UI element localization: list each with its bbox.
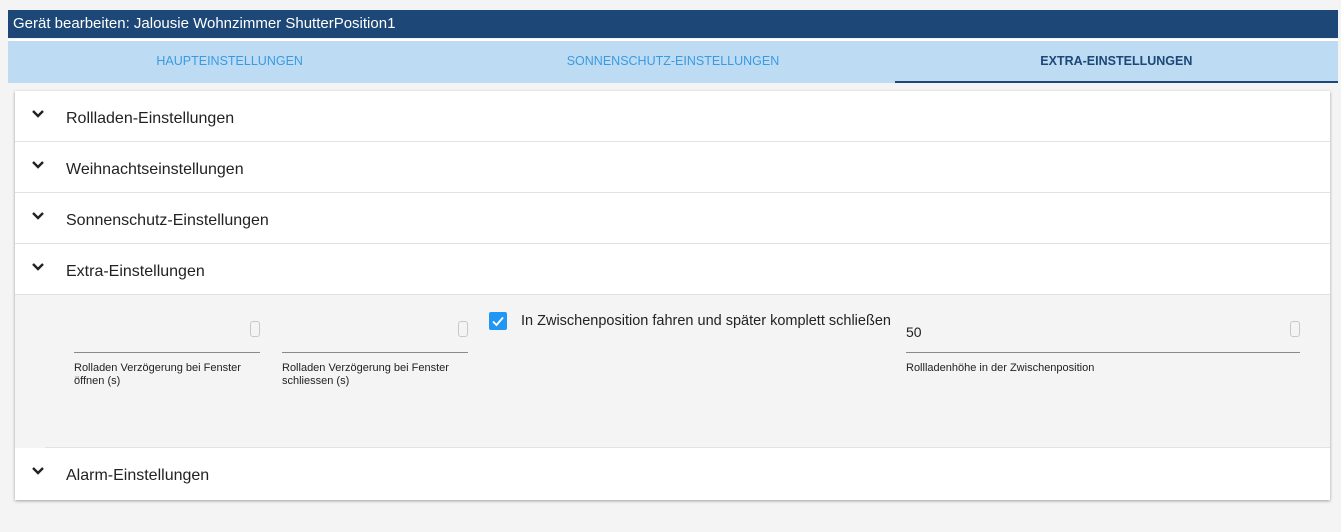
section-weihnachten-header[interactable]: Weihnachtseinstellungen xyxy=(15,142,1330,193)
intermediate-height-input[interactable]: 50 xyxy=(906,324,922,340)
delay-close-field: Rolladen Verzögerung bei Fenster schlies… xyxy=(282,295,468,405)
section-sonnenschutz-label: Sonnenschutz-Einstellungen xyxy=(66,212,269,229)
section-extra-label: Extra-Einstellungen xyxy=(66,263,205,280)
delay-open-label: Rolladen Verzögerung bei Fenster öffnen … xyxy=(74,362,241,387)
section-sonnenschutz-header[interactable]: Sonnenschutz-Einstellungen xyxy=(15,193,1330,244)
checkmark-icon xyxy=(492,316,504,327)
input-underline xyxy=(906,352,1300,353)
delay-close-label: Rolladen Verzögerung bei Fenster schlies… xyxy=(282,362,449,387)
spinner-icon[interactable] xyxy=(250,321,260,337)
section-weihnachten-label: Weihnachtseinstellungen xyxy=(66,161,244,178)
delay-open-field: Rolladen Verzögerung bei Fenster öffnen … xyxy=(74,295,260,405)
settings-panel: Rollladen-Einstellungen Weihnachtseinste… xyxy=(15,91,1330,500)
tab-extra-einstellungen[interactable]: EXTRA-EINSTELLUNGEN xyxy=(894,41,1338,83)
tab-bar: HAUPTEINSTELLUNGEN SONNENSCHUTZ-EINSTELL… xyxy=(8,39,1338,83)
section-alarm-label: Alarm-Einstellungen xyxy=(66,467,210,484)
section-alarm-header[interactable]: Alarm-Einstellungen xyxy=(15,448,1330,498)
section-extra-header[interactable]: Extra-Einstellungen xyxy=(15,244,1330,295)
input-underline xyxy=(282,352,468,353)
section-rollladen-header[interactable]: Rollladen-Einstellungen xyxy=(15,91,1330,142)
section-rollladen-label: Rollladen-Einstellungen xyxy=(66,110,235,127)
chevron-down-icon xyxy=(32,467,44,475)
spinner-icon[interactable] xyxy=(458,321,468,337)
intermediate-height-field: 50 Rollladenhöhe in der Zwischenposition xyxy=(906,295,1300,405)
tab-haupteinstellungen[interactable]: HAUPTEINSTELLUNGEN xyxy=(8,41,451,83)
chevron-down-icon xyxy=(32,212,44,220)
chevron-down-icon xyxy=(32,110,44,118)
intermediate-position-checkbox[interactable] xyxy=(489,312,507,330)
intermediate-height-label: Rollladenhöhe in der Zwischenposition xyxy=(906,362,1095,374)
chevron-down-icon xyxy=(32,161,44,169)
input-underline xyxy=(74,352,260,353)
chevron-down-icon xyxy=(32,263,44,271)
dialog-title: Gerät bearbeiten: Jalousie Wohnzimmer Sh… xyxy=(8,10,1338,38)
intermediate-position-label: In Zwischenposition fahren und später ko… xyxy=(521,313,891,329)
spinner-icon[interactable] xyxy=(1290,321,1300,337)
tab-sonnenschutz-einstellungen[interactable]: SONNENSCHUTZ-EINSTELLUNGEN xyxy=(451,41,894,83)
section-extra-body: Rolladen Verzögerung bei Fenster öffnen … xyxy=(15,295,1330,448)
